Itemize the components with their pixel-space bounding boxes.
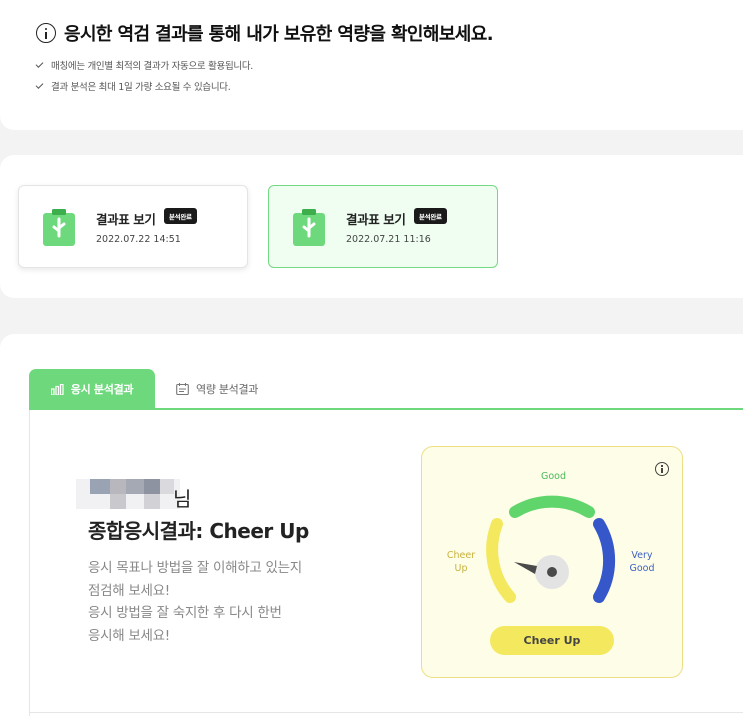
result-card-date: 2022.07.22 14:51 [96, 234, 181, 245]
info-icon[interactable] [655, 462, 669, 476]
result-card[interactable]: 결과표 보기 분석완료 2022.07.22 14:51 [18, 185, 248, 268]
notice-panel: 응시한 역검 결과를 통해 내가 보유한 역량을 확인해보세요. 매칭에는 개인… [0, 0, 743, 130]
status-badge: 분석완료 [414, 208, 447, 224]
results-panel: 결과표 보기 분석완료 2022.07.22 14:51 결과표 보기 분석완료… [0, 155, 743, 298]
result-card-title: 결과표 보기 [346, 212, 406, 227]
gauge-card: Good Cheer Up Very Good Cheer Up [421, 446, 683, 678]
overall-result-title: 종합응시결과: Cheer Up [88, 519, 309, 543]
tab-competency-analysis[interactable]: 역량 분석결과 [176, 369, 258, 409]
result-description: 응시 목표나 방법을 잘 이해하고 있는지 [88, 560, 302, 576]
notice-header: 응시한 역검 결과를 통해 내가 보유한 역량을 확인해보세요. [36, 20, 494, 46]
divider [29, 712, 743, 713]
calendar-icon [176, 383, 189, 395]
clipboard-icon [43, 209, 75, 246]
tab-label: 역량 분석결과 [196, 383, 259, 396]
tab-test-analysis[interactable]: 응시 분석결과 [29, 369, 155, 409]
blurred-name [76, 479, 180, 509]
status-badge: 분석완료 [164, 208, 197, 224]
info-icon [36, 23, 56, 43]
notice-item-text: 매칭에는 개인별 최적의 결과가 자동으로 활용됩니다. [51, 61, 253, 72]
check-icon [35, 80, 44, 89]
notice-item-text: 결과 분석은 최대 1일 가량 소요될 수 있습니다. [51, 82, 231, 93]
notice-item: 매칭에는 개인별 최적의 결과가 자동으로 활용됩니다. [35, 58, 253, 72]
tab-label: 응시 분석결과 [70, 383, 134, 396]
bar-chart-icon [50, 383, 64, 395]
result-description: 응시해 보세요! [88, 628, 170, 644]
gauge-label-cheer-up: Cheer Up [446, 550, 476, 574]
notice-title: 응시한 역검 결과를 통해 내가 보유한 역량을 확인해보세요. [64, 24, 494, 45]
result-pill: Cheer Up [490, 626, 614, 655]
gauge-label-very-good: Very Good [629, 550, 655, 574]
result-description: 응시 방법을 잘 숙지한 후 다시 한번 [88, 605, 282, 621]
result-card-selected[interactable]: 결과표 보기 분석완료 2022.07.21 11:16 [268, 185, 498, 268]
check-icon [35, 59, 44, 68]
gauge-label-good: Good [541, 471, 567, 482]
result-description: 점검해 보세요! [88, 583, 170, 599]
clipboard-icon [293, 209, 325, 246]
notice-item: 결과 분석은 최대 1일 가량 소요될 수 있습니다. [35, 79, 231, 93]
name-suffix: 님 [173, 487, 192, 511]
result-card-title: 결과표 보기 [96, 212, 156, 227]
result-card-date: 2022.07.21 11:16 [346, 234, 431, 245]
